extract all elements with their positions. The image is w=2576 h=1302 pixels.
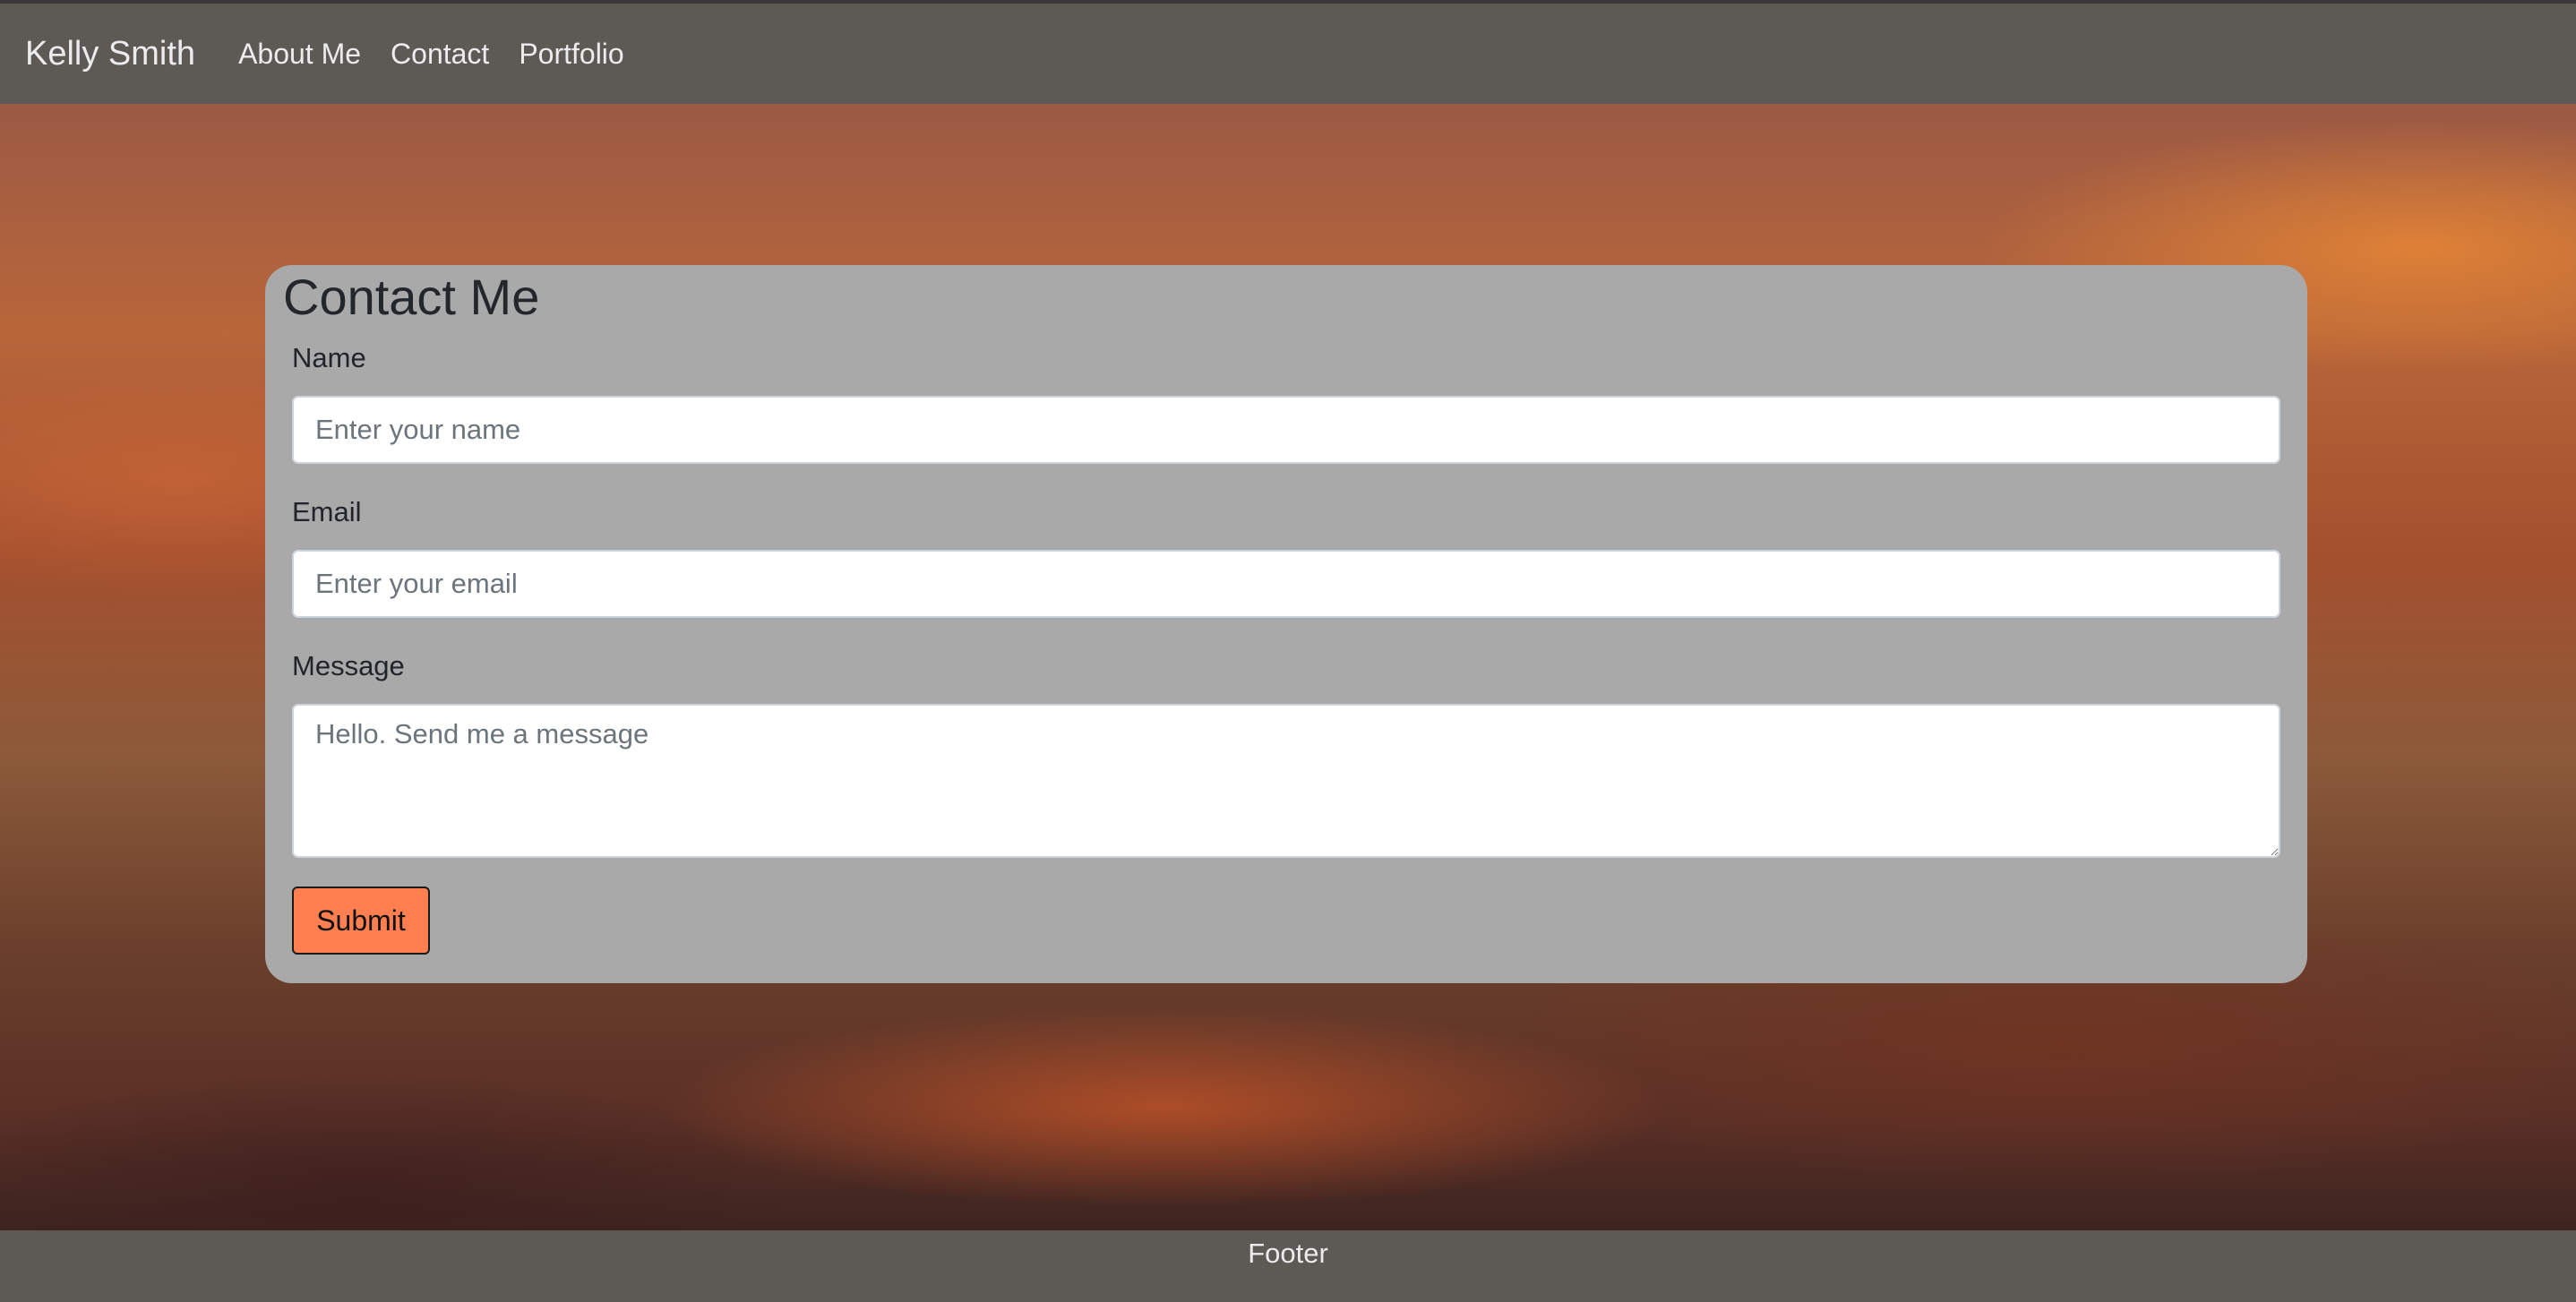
nav-link-portfolio[interactable]: Portfolio	[519, 38, 623, 71]
message-textarea[interactable]	[292, 704, 2280, 858]
navbar: Kelly Smith About Me Contact Portfolio	[0, 4, 2576, 104]
footer-text: Footer	[1248, 1238, 1328, 1269]
nav-link-contact[interactable]: Contact	[391, 38, 489, 71]
message-label: Message	[292, 650, 405, 681]
page-title: Contact Me	[283, 269, 540, 325]
submit-button[interactable]: Submit	[292, 887, 430, 955]
name-label: Name	[292, 342, 366, 373]
contact-form-card: Contact Me Name Email Message Submit	[265, 265, 2307, 983]
footer: Footer	[0, 1230, 2576, 1302]
email-label: Email	[292, 496, 362, 527]
nav-link-about-me[interactable]: About Me	[238, 38, 361, 71]
sunset-background: Contact Me Name Email Message Submit	[0, 104, 2576, 1230]
email-input[interactable]	[292, 550, 2280, 618]
brand-link[interactable]: Kelly Smith	[25, 35, 195, 73]
name-input[interactable]	[292, 396, 2280, 464]
